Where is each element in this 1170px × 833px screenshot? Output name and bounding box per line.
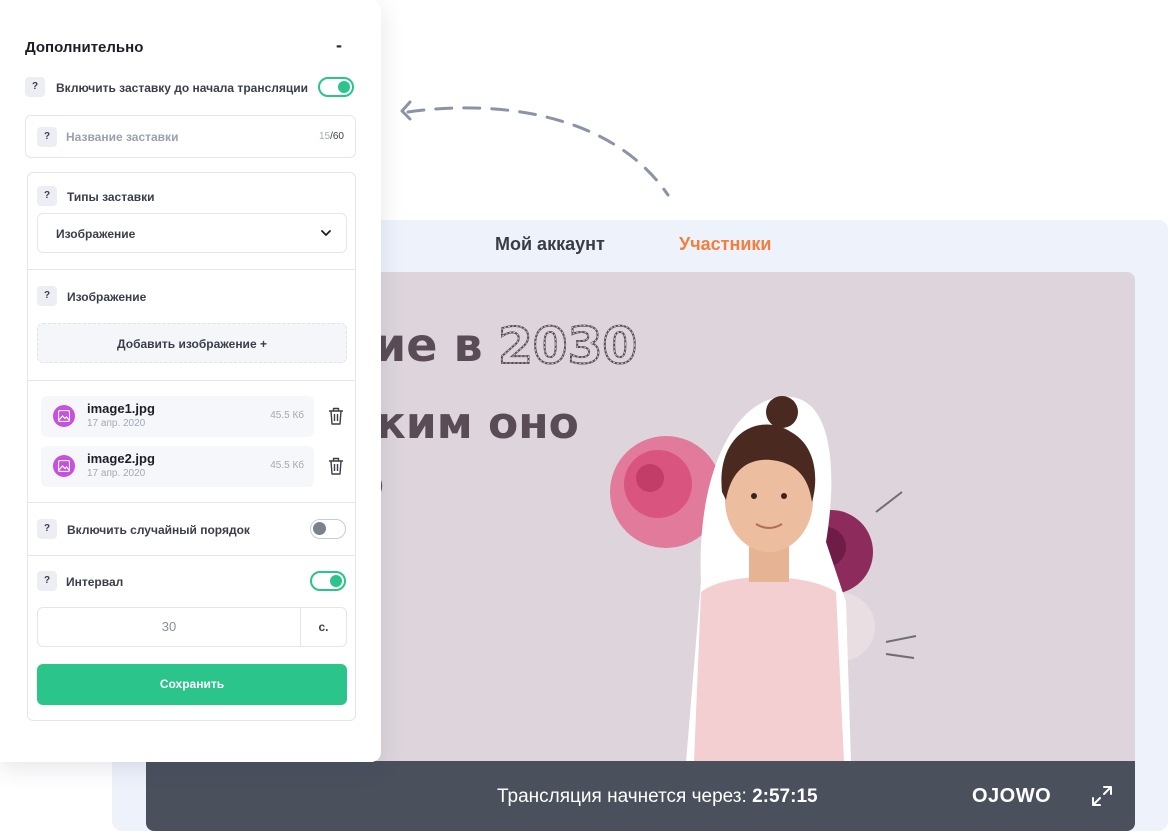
help-icon[interactable]: ?	[37, 186, 57, 206]
slide-headline-part: ие в	[374, 318, 483, 372]
dashed-arrow-icon	[400, 100, 670, 197]
divider	[28, 269, 355, 270]
player-bar: Трансляция начнется через: 2:57:15 OJOWO	[146, 761, 1135, 831]
presenter-photo	[610, 396, 917, 762]
enable-splash-toggle[interactable]	[318, 77, 354, 97]
char-count-max: /60	[330, 131, 344, 142]
image-section-label: Изображение	[67, 290, 147, 304]
trash-icon[interactable]	[328, 407, 344, 425]
file-item: image2.jpg 17 апр. 2020 45.5 Кб	[41, 446, 314, 487]
file-name: image1.jpg	[87, 401, 155, 416]
brand-logo: OJOWO	[972, 785, 1052, 807]
file-size: 45.5 Кб	[270, 410, 304, 421]
collapse-button[interactable]: -	[336, 36, 350, 54]
save-button[interactable]: Сохранить	[37, 664, 347, 705]
random-order-label: Включить случайный порядок	[67, 523, 250, 537]
image-file-icon	[53, 455, 75, 477]
trash-icon[interactable]	[328, 457, 344, 475]
random-order-toggle[interactable]	[310, 519, 346, 539]
panel-title: Дополнительно	[25, 39, 144, 56]
tab-my-account[interactable]: Мой аккаунт	[495, 234, 605, 255]
char-count-current: 15	[318, 131, 331, 142]
interval-label: Интервал	[66, 575, 124, 589]
splash-type-label: Типы заставки	[67, 190, 155, 204]
divider	[28, 380, 355, 381]
help-icon[interactable]: ?	[37, 286, 57, 306]
help-icon[interactable]: ?	[25, 77, 45, 97]
countdown-label: Трансляция начнется через:	[497, 786, 747, 807]
help-icon[interactable]: ?	[37, 571, 57, 591]
toggle-knob	[330, 575, 342, 587]
enable-splash-label: Включить заставку до начала трансляции	[56, 81, 308, 95]
file-name: image2.jpg	[87, 451, 155, 466]
fullscreen-icon[interactable]	[1090, 784, 1114, 808]
char-counter: 15/60	[319, 131, 344, 142]
file-size: 45.5 Кб	[270, 460, 304, 471]
file-item: image1.jpg 17 апр. 2020 45.5 Кб	[41, 396, 314, 437]
help-icon[interactable]: ?	[37, 519, 57, 539]
toggle-knob	[313, 522, 326, 535]
file-date: 17 апр. 2020	[87, 468, 146, 479]
splash-name-placeholder: Название заставки	[66, 130, 179, 144]
chevron-down-icon	[321, 230, 331, 236]
countdown-time: 2:57:15	[752, 786, 818, 807]
slide-year: 2030 2030	[498, 316, 638, 376]
file-date: 17 апр. 2020	[87, 418, 146, 429]
tab-members[interactable]: Участники	[679, 234, 772, 255]
splash-type-value: Изображение	[56, 227, 136, 241]
splash-type-select[interactable]: Изображение	[37, 213, 347, 253]
countdown: Трансляция начнется через: 2:57:15	[497, 786, 818, 808]
help-icon[interactable]: ?	[37, 127, 57, 147]
settings-panel: Дополнительно - ? Включить заставку до н…	[0, 0, 381, 762]
interval-unit: с.	[300, 608, 346, 646]
splash-name-field[interactable]: ? Название заставки 15/60	[25, 115, 356, 158]
add-image-button[interactable]: Добавить изображение +	[37, 323, 347, 363]
divider	[28, 555, 355, 556]
interval-input-group: 30 с.	[37, 607, 347, 647]
image-file-icon	[53, 405, 75, 427]
interval-input[interactable]: 30	[38, 608, 300, 646]
interval-toggle[interactable]	[310, 571, 346, 591]
divider	[28, 502, 355, 503]
svg-text:2030: 2030	[498, 317, 637, 375]
slide-subheadline: ким оно	[376, 398, 579, 449]
toggle-knob	[338, 81, 350, 93]
